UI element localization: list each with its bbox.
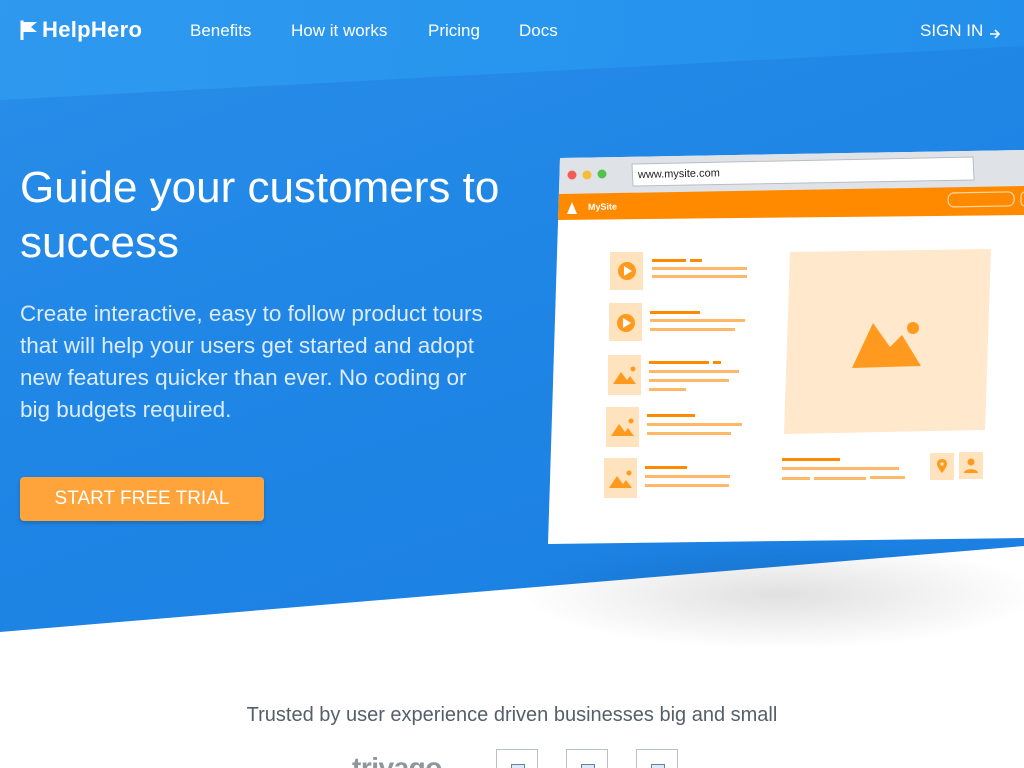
sign-in-link[interactable]: SIGN IN bbox=[920, 21, 1001, 41]
flag-icon bbox=[20, 20, 38, 41]
customer-logo-3 bbox=[636, 749, 678, 768]
browser-mockup-illustration: www.mysite.com MySite bbox=[540, 140, 1024, 560]
window-minimize-dot bbox=[582, 170, 592, 180]
arrow-right-icon bbox=[989, 25, 1001, 39]
nav-link-docs[interactable]: Docs bbox=[519, 21, 558, 41]
logo[interactable]: HelpHero bbox=[20, 17, 142, 43]
nav-link-benefits[interactable]: Benefits bbox=[190, 21, 251, 41]
customer-logo-2 bbox=[566, 749, 608, 768]
window-close-dot bbox=[567, 170, 577, 180]
hero-title: Guide your customers to success bbox=[20, 163, 500, 267]
mockup-url-text: www.mysite.com bbox=[637, 167, 720, 181]
logo-text: HelpHero bbox=[42, 17, 143, 42]
nav-link-how-it-works[interactable]: How it works bbox=[291, 21, 387, 41]
hero-subtitle: Create interactive, easy to follow produ… bbox=[20, 301, 483, 422]
trivago-logo: trivago bbox=[352, 752, 442, 768]
top-nav: HelpHero Benefits How it works Pricing D… bbox=[0, 0, 1024, 60]
trusted-heading: Trusted by user experience driven busine… bbox=[246, 704, 778, 726]
start-free-trial-button[interactable]: START FREE TRIAL bbox=[20, 477, 264, 521]
customer-logo-1 bbox=[496, 749, 538, 768]
window-maximize-dot bbox=[597, 169, 607, 179]
nav-link-pricing[interactable]: Pricing bbox=[428, 21, 480, 41]
mockup-site-name: MySite bbox=[588, 201, 617, 212]
sign-in-label: SIGN IN bbox=[920, 21, 984, 40]
